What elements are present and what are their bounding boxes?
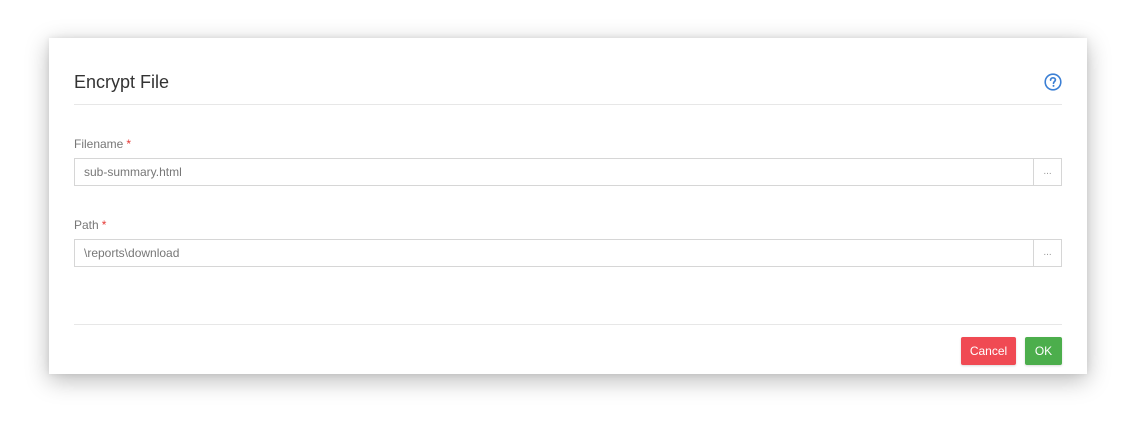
ok-button[interactable]: OK xyxy=(1025,337,1062,365)
cancel-button[interactable]: Cancel xyxy=(961,337,1016,365)
path-label-text: Path xyxy=(74,218,99,232)
filename-field-group: Filename* ... xyxy=(74,137,1062,186)
question-circle-icon[interactable] xyxy=(1044,73,1062,91)
filename-required-marker: * xyxy=(126,137,132,151)
dialog-title: Encrypt File xyxy=(74,72,170,92)
path-required-marker: * xyxy=(101,218,107,232)
filename-label: Filename * xyxy=(74,137,1062,151)
filename-browse-button[interactable]: ... xyxy=(1033,158,1062,186)
path-label: Path * xyxy=(74,218,1062,232)
path-input[interactable] xyxy=(74,239,1033,267)
filename-input-group: ... xyxy=(74,158,1062,186)
path-field-group: Path* ... xyxy=(74,218,1062,267)
filename-label-text: Filename xyxy=(74,137,124,151)
dialog-header: Encrypt File xyxy=(74,38,1062,105)
encrypt-file-dialog: Encrypt File Filename* ... Path* ... xyxy=(49,38,1087,374)
filename-input[interactable] xyxy=(74,158,1033,186)
path-browse-button[interactable]: ... xyxy=(1033,239,1062,267)
footer-divider xyxy=(74,324,1062,325)
page: Encrypt File Filename* ... Path* ... xyxy=(0,0,1142,422)
path-input-group: ... xyxy=(74,239,1062,267)
